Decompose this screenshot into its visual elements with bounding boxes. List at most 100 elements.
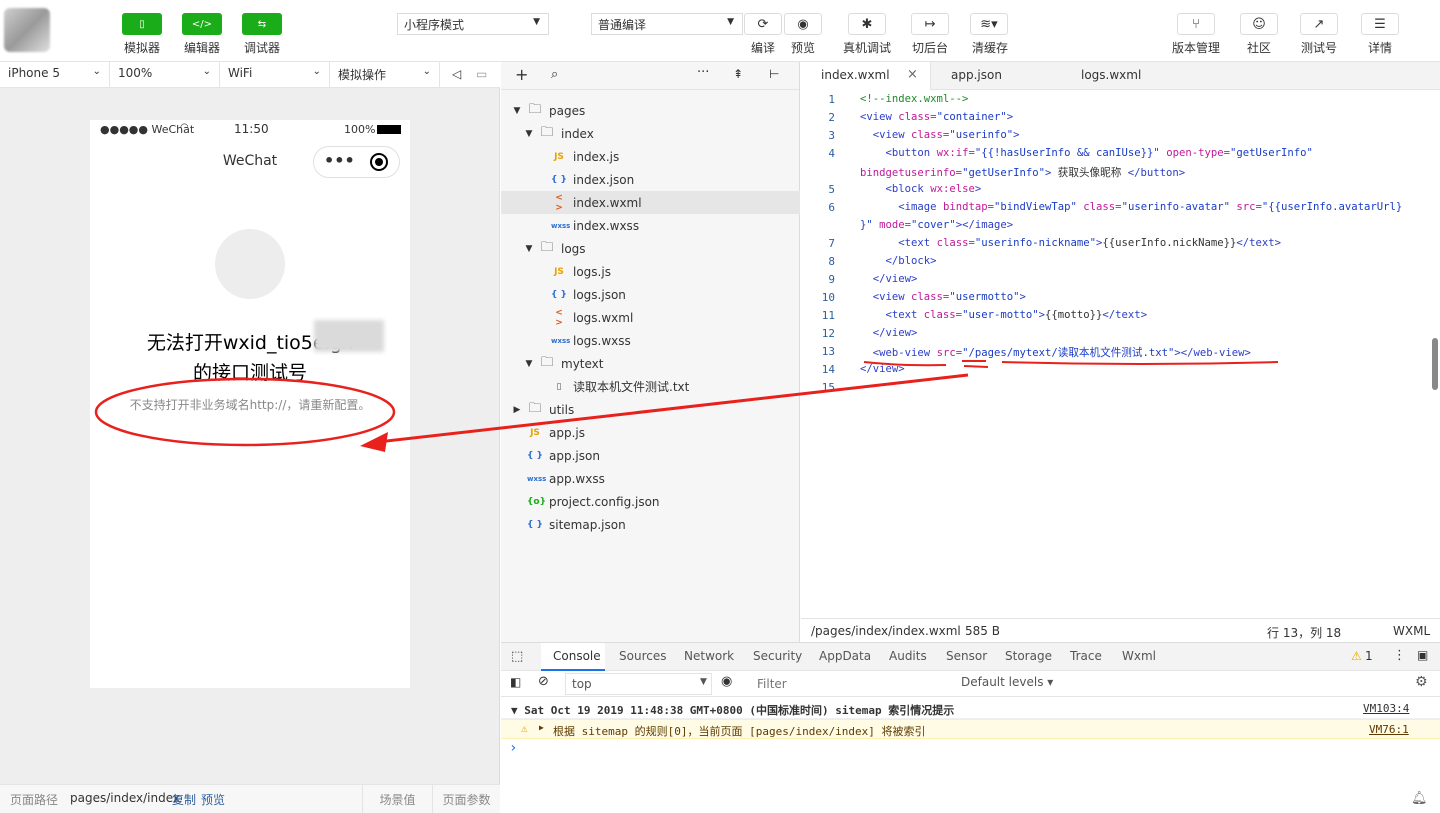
editor-toggle-button[interactable]: </>: [182, 13, 222, 35]
sort-icon[interactable]: ⇞: [733, 67, 743, 81]
user-avatar[interactable]: [4, 8, 50, 52]
tab-index-wxml[interactable]: index.wxml ×: [801, 62, 931, 90]
community-button[interactable]: ☺: [1240, 13, 1278, 35]
search-icon[interactable]: ⌕: [551, 67, 558, 82]
file-explorer: + ⌕ ··· ⇞ ⊢ ▼ 🗀︎ pages ▼ 🗀︎ index JS index.js { …: [501, 62, 800, 642]
tab-audits[interactable]: Audits: [889, 649, 927, 663]
config-file-icon: {o}: [527, 496, 546, 507]
eye-icon[interactable]: ◉: [721, 674, 732, 689]
sidebar-toggle-icon[interactable]: ◧: [510, 675, 521, 689]
folder-item[interactable]: ▶ 🗀︎ utils: [501, 398, 800, 421]
tab-console[interactable]: Console: [553, 649, 601, 663]
prompt-chevron: ›: [509, 740, 518, 756]
console-filter-input[interactable]: [751, 674, 951, 694]
folder-item[interactable]: ▼ 🗀︎ logs: [501, 237, 800, 260]
folder-item[interactable]: ▼ 🗀︎ mytext: [501, 352, 800, 375]
cursor-position[interactable]: 行 13，列 18: [1267, 624, 1341, 641]
expand-triangle-icon[interactable]: ▶: [539, 723, 544, 732]
settings-gear-icon[interactable]: ⚙: [1415, 674, 1428, 690]
preview-path-link[interactable]: 预览: [201, 791, 225, 808]
zoom-select[interactable]: 100% ⌄: [110, 62, 220, 88]
more-icon[interactable]: ···: [697, 65, 709, 80]
mode-select[interactable]: 小程序模式 ▼: [397, 13, 549, 35]
chevron-down-icon[interactable]: ▼: [523, 359, 535, 369]
context-select[interactable]: top ▼: [565, 673, 712, 695]
log-source-link[interactable]: VM103:4: [1363, 702, 1409, 715]
tab-logs-wxml[interactable]: logs.wxml: [1061, 62, 1161, 90]
close-app-icon[interactable]: [370, 153, 388, 171]
volume-icon[interactable]: ◁: [452, 67, 461, 81]
file-item[interactable]: { } sitemap.json: [501, 513, 800, 536]
chevron-down-icon[interactable]: ▼: [511, 106, 523, 116]
debugger-toggle-button[interactable]: ⇆: [242, 13, 282, 35]
tab-sensor[interactable]: Sensor: [946, 649, 987, 663]
tab-sources[interactable]: Sources: [619, 649, 666, 663]
tab-security[interactable]: Security: [753, 649, 802, 663]
chevron-down-icon[interactable]: ▼: [523, 244, 535, 254]
folder-item[interactable]: ▼ 🗀︎ pages: [501, 99, 800, 122]
file-item[interactable]: JS logs.js: [501, 260, 800, 283]
file-item[interactable]: {o} project.config.json: [501, 490, 800, 513]
file-item[interactable]: wxss logs.wxss: [501, 329, 800, 352]
file-item[interactable]: JS index.js: [501, 145, 800, 168]
remote-debug-button[interactable]: ✱: [848, 13, 886, 35]
copy-path-link[interactable]: 复制: [172, 791, 196, 808]
dock-icon[interactable]: ▣: [1417, 648, 1428, 662]
file-item[interactable]: { } index.json: [501, 168, 800, 191]
branch-icon: ⑂: [1192, 16, 1200, 32]
folder-icon: 🗀︎: [540, 239, 554, 255]
code-content[interactable]: 1 2 3 4 5 6 7 8 9 10 11 12 13 14 15 <!--index.wxml--> …: [801, 90, 1440, 618]
line-number: 7: [828, 237, 835, 250]
add-icon[interactable]: +: [515, 65, 528, 84]
file-item[interactable]: JS app.js: [501, 421, 800, 444]
test-account-button[interactable]: ↗: [1300, 13, 1338, 35]
file-item[interactable]: < > logs.wxml: [501, 306, 800, 329]
warning-count[interactable]: 1: [1365, 649, 1373, 663]
file-item[interactable]: < > index.wxml: [501, 191, 800, 214]
folder-item[interactable]: ▼ 🗀︎ index: [501, 122, 800, 145]
levels-select[interactable]: Default levels ▾: [961, 675, 1053, 689]
page-params-button[interactable]: 页面参数: [432, 785, 500, 813]
clear-console-icon[interactable]: ⊘: [538, 674, 549, 689]
chevron-right-icon[interactable]: ▶: [511, 405, 523, 415]
warning-entry[interactable]: ⚠ ▶ 根据 sitemap 的规则[0]，当前页面 [pages/index/…: [501, 719, 1440, 739]
tab-appdata[interactable]: AppData: [819, 649, 871, 663]
file-item[interactable]: wxss index.wxss: [501, 214, 800, 237]
operation-select[interactable]: 模拟操作 ⌄: [330, 62, 440, 88]
device-select[interactable]: iPhone 5 ⌄: [0, 62, 110, 88]
tab-network[interactable]: Network: [684, 649, 734, 663]
tab-app-json[interactable]: app.json: [931, 62, 1022, 90]
compile-button[interactable]: ⟳: [744, 13, 782, 35]
warning-source-link[interactable]: VM76:1: [1369, 723, 1409, 736]
file-item[interactable]: { } logs.json: [501, 283, 800, 306]
clear-cache-button[interactable]: ≋▾: [970, 13, 1008, 35]
file-item[interactable]: { } app.json: [501, 444, 800, 467]
network-select[interactable]: WiFi ⌄: [220, 62, 330, 88]
kebab-menu-icon[interactable]: ⋮: [1393, 648, 1406, 663]
language-mode[interactable]: WXML: [1393, 624, 1430, 638]
code-line: <view class="usermotto">: [872, 291, 1026, 303]
tab-storage[interactable]: Storage: [1005, 649, 1052, 663]
simulator-toggle-button[interactable]: ▯: [122, 13, 162, 35]
console-prompt[interactable]: ›: [501, 739, 1440, 759]
more-icon[interactable]: •••: [324, 151, 355, 170]
bell-icon[interactable]: 🔔︎: [1411, 791, 1428, 806]
details-button[interactable]: ☰: [1361, 13, 1399, 35]
compile-select[interactable]: 普通编译 ▼: [591, 13, 743, 35]
inspect-icon[interactable]: ⬚: [511, 649, 523, 664]
chevron-down-icon[interactable]: ▼: [523, 129, 535, 139]
editor-scrollbar[interactable]: [1432, 338, 1438, 390]
file-item[interactable]: ▯ 读取本机文件测试.txt: [501, 375, 800, 398]
scene-button[interactable]: 场景值: [362, 785, 432, 813]
collapse-icon[interactable]: ⊢: [769, 67, 779, 81]
txt-file-icon: ▯: [556, 381, 562, 392]
preview-button[interactable]: ◉: [784, 13, 822, 35]
window-icon[interactable]: ▭: [476, 67, 487, 81]
log-entry[interactable]: ▼ Sat Oct 19 2019 11:48:38 GMT+0800 (中国标…: [501, 699, 1440, 719]
tab-trace[interactable]: Trace: [1070, 649, 1102, 663]
file-item[interactable]: wxss app.wxss: [501, 467, 800, 490]
version-button[interactable]: ⑂: [1177, 13, 1215, 35]
tab-wxml[interactable]: Wxml: [1122, 649, 1156, 663]
close-icon[interactable]: ×: [907, 67, 918, 82]
background-button[interactable]: ↦: [911, 13, 949, 35]
